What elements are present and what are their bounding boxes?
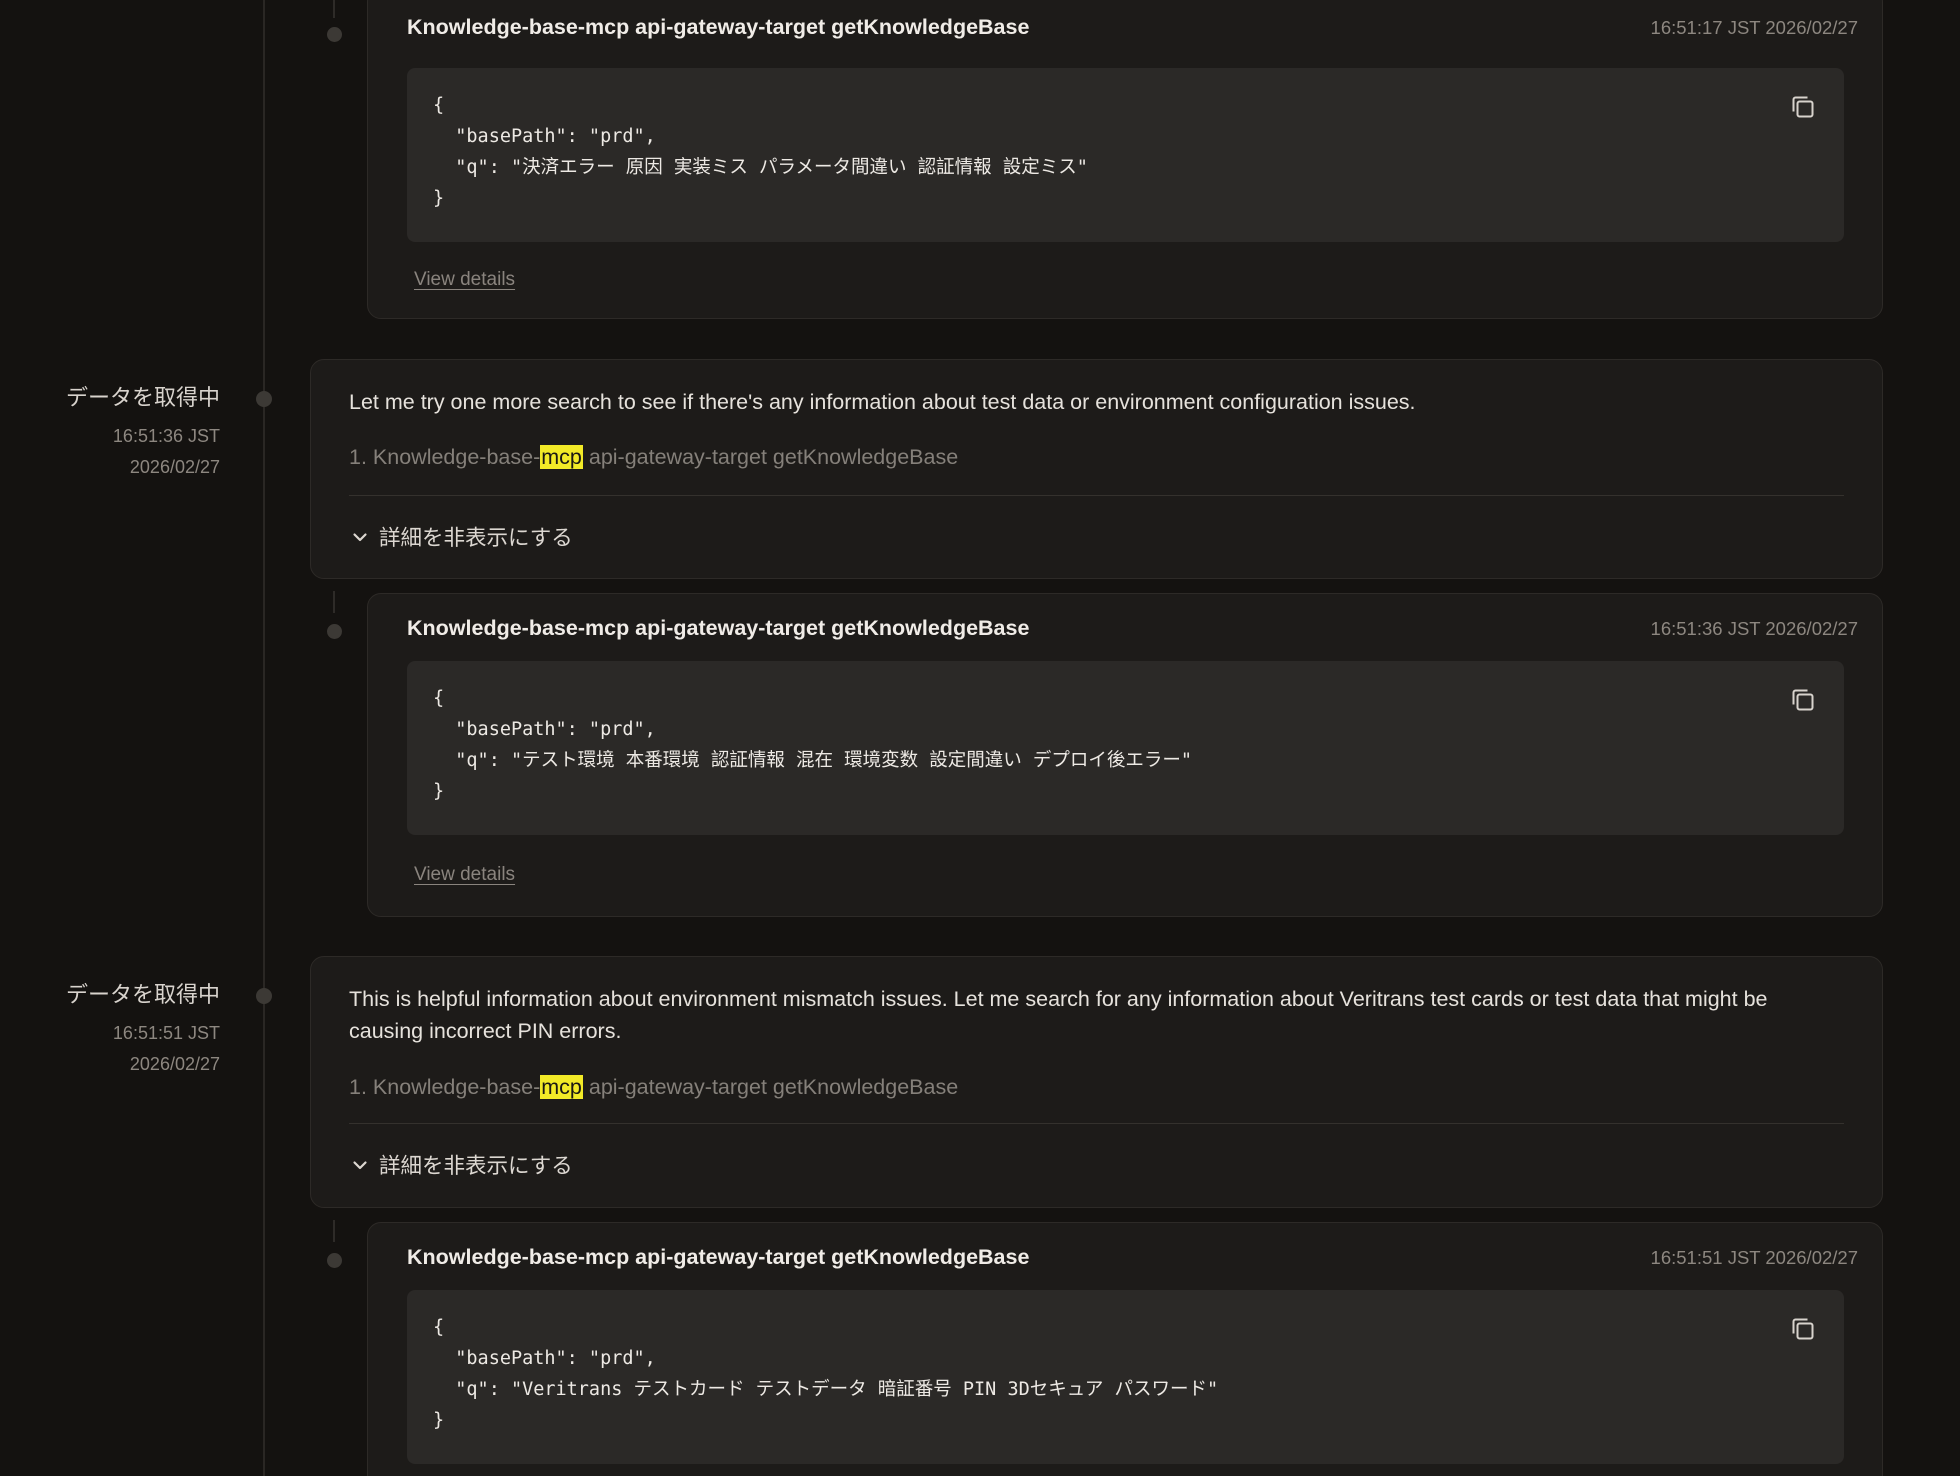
step-time-clock: 16:51:36 JST [112, 426, 220, 446]
timeline-dot-icon [327, 27, 342, 42]
tool-reference[interactable]: 1. Knowledge-base-mcp api-gateway-target… [349, 1075, 958, 1100]
toggle-details-label: 詳細を非表示にする [379, 1154, 573, 1178]
search-highlight: mcp [540, 1075, 583, 1099]
connector-stub [333, 1220, 335, 1242]
tool-reference-prefix: Knowledge-base- [372, 445, 541, 469]
step-status: データを取得中 [65, 385, 220, 410]
step-time: 16:51:51 JST 2026/02/27 [20, 1018, 220, 1080]
timeline-dot-icon [256, 391, 272, 407]
tool-call-title: Knowledge-base-mcp api-gateway-target ge… [407, 616, 1030, 640]
step-message: Let me try one more search to see if the… [349, 390, 1416, 414]
execution-timeline: Knowledge-base-mcp api-gateway-target ge… [0, 0, 1960, 1476]
toggle-details-label: 詳細を非表示にする [379, 526, 573, 550]
copy-button[interactable] [1788, 92, 1818, 122]
tool-call-card: Knowledge-base-mcp api-gateway-target ge… [367, 0, 1883, 319]
chevron-down-icon [353, 532, 367, 541]
connector-stub [333, 591, 335, 613]
tool-call-card: Knowledge-base-mcp api-gateway-target ge… [367, 1222, 1883, 1476]
tool-call-title: Knowledge-base-mcp api-gateway-target ge… [407, 1245, 1030, 1269]
code-block: { "basePath": "prd", "q": "テスト環境 本番環境 認証… [407, 661, 1844, 835]
step-time-date: 2026/02/27 [129, 457, 220, 477]
timeline-dot-icon [327, 1253, 342, 1268]
step-message: This is helpful information about enviro… [349, 987, 1768, 1043]
tool-reference-suffix: api-gateway-target getKnowledgeBase [582, 445, 959, 469]
copy-button[interactable] [1788, 685, 1818, 715]
step-status: データを取得中 [65, 982, 220, 1007]
timeline-dot-icon [327, 624, 342, 639]
step-time-clock: 16:51:51 JST [112, 1023, 220, 1043]
step-card: Let me try one more search to see if the… [310, 359, 1883, 579]
code-block: { "basePath": "prd", "q": "決済エラー 原因 実装ミス… [407, 68, 1844, 242]
code-content: { "basePath": "prd", "q": "Veritrans テスト… [433, 1317, 1219, 1431]
search-highlight: mcp [540, 445, 583, 469]
tool-reference-suffix: api-gateway-target getKnowledgeBase [582, 1075, 959, 1099]
step-time: 16:51:36 JST 2026/02/27 [20, 421, 220, 483]
divider [349, 495, 1844, 496]
step-card: This is helpful information about enviro… [310, 956, 1883, 1208]
step-time-date: 2026/02/27 [129, 1054, 220, 1074]
code-content: { "basePath": "prd", "q": "決済エラー 原因 実装ミス… [433, 95, 1088, 209]
tool-call-timestamp: 16:51:36 JST 2026/02/27 [1650, 618, 1858, 639]
tool-call-title: Knowledge-base-mcp api-gateway-target ge… [407, 15, 1030, 39]
tool-call-card: Knowledge-base-mcp api-gateway-target ge… [367, 593, 1883, 917]
view-details-link[interactable]: View details [414, 269, 515, 291]
timeline-line [263, 0, 265, 1476]
tool-call-timestamp: 16:51:17 JST 2026/02/27 [1650, 17, 1858, 38]
tool-reference-number: 1. [349, 1075, 367, 1099]
timeline-dot-icon [256, 988, 272, 1004]
view-details-link[interactable]: View details [414, 864, 515, 886]
toggle-details-button[interactable]: 詳細を非表示にする [351, 1149, 573, 1180]
step-status-label: データを取得中 16:51:36 JST 2026/02/27 [20, 383, 220, 483]
connector-stub [333, 0, 335, 18]
tool-reference-prefix: Knowledge-base- [372, 1075, 541, 1099]
tool-reference-number: 1. [349, 445, 367, 469]
copy-icon [1792, 1318, 1814, 1340]
tool-call-timestamp: 16:51:51 JST 2026/02/27 [1650, 1247, 1858, 1268]
copy-button[interactable] [1788, 1314, 1818, 1344]
code-block: { "basePath": "prd", "q": "Veritrans テスト… [407, 1290, 1844, 1464]
code-content: { "basePath": "prd", "q": "テスト環境 本番環境 認証… [433, 688, 1193, 802]
chevron-down-icon [353, 1160, 367, 1169]
divider [349, 1123, 1844, 1124]
step-status-label: データを取得中 16:51:51 JST 2026/02/27 [20, 980, 220, 1080]
tool-reference[interactable]: 1. Knowledge-base-mcp api-gateway-target… [349, 445, 958, 470]
toggle-details-button[interactable]: 詳細を非表示にする [351, 521, 573, 552]
copy-icon [1792, 96, 1814, 118]
copy-icon [1792, 689, 1814, 711]
